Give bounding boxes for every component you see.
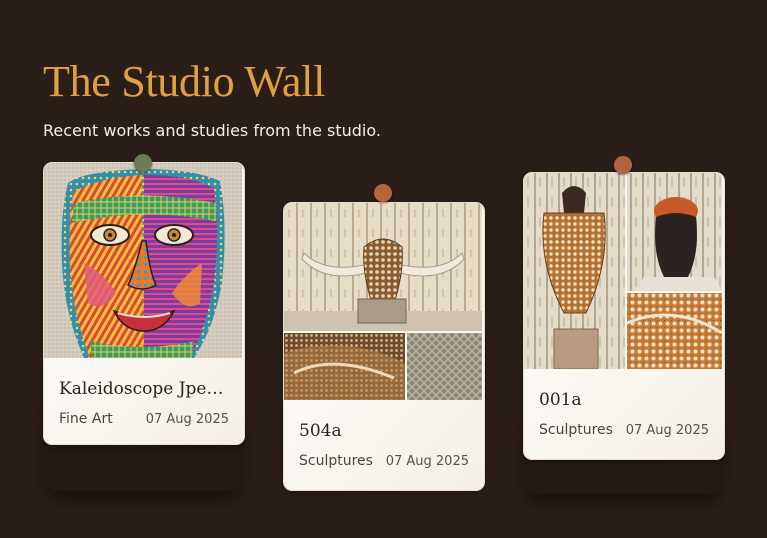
card-meta: Sculptures 07 Aug 2025 xyxy=(299,453,469,469)
artwork-card[interactable]: 504a Sculptures 07 Aug 2025 xyxy=(283,202,485,491)
card-meta: Fine Art 07 Aug 2025 xyxy=(59,411,229,427)
card-date: 07 Aug 2025 xyxy=(385,453,469,469)
artwork-thumbnail[interactable] xyxy=(44,163,242,358)
card-title: Kaleidoscope Jpe… xyxy=(59,379,224,399)
card-info: Kaleidoscope Jpe… Fine Art 07 Aug 2025 xyxy=(44,358,244,444)
card-title: 504a xyxy=(299,421,342,441)
card-category: Sculptures xyxy=(299,453,373,469)
artwork-thumbnail[interactable] xyxy=(284,203,482,400)
artwork-card[interactable]: Kaleidoscope Jpe… Fine Art 07 Aug 2025 xyxy=(43,162,245,445)
card-info: 001a Sculptures 07 Aug 2025 xyxy=(524,369,724,459)
artwork-card-wrap: Kaleidoscope Jpe… Fine Art 07 Aug 2025 xyxy=(43,154,245,491)
pin-icon xyxy=(374,184,392,202)
pin-icon xyxy=(134,154,152,172)
card-meta: Sculptures 07 Aug 2025 xyxy=(539,422,709,438)
card-date: 07 Aug 2025 xyxy=(145,411,229,427)
pin-icon xyxy=(614,156,632,174)
page-subtitle: Recent works and studies from the studio… xyxy=(43,121,381,140)
card-category: Sculptures xyxy=(539,422,613,438)
artwork-card-wrap: 001a Sculptures 07 Aug 2025 xyxy=(523,156,725,494)
card-category: Fine Art xyxy=(59,411,113,427)
card-date: 07 Aug 2025 xyxy=(625,422,709,438)
card-title: 001a xyxy=(539,390,582,410)
artwork-card-wrap: 504a Sculptures 07 Aug 2025 xyxy=(283,184,485,491)
artwork-card[interactable]: 001a Sculptures 07 Aug 2025 xyxy=(523,172,725,460)
page-title: The Studio Wall xyxy=(43,57,326,106)
artwork-thumbnail[interactable] xyxy=(524,173,722,369)
card-info: 504a Sculptures 07 Aug 2025 xyxy=(284,400,484,490)
